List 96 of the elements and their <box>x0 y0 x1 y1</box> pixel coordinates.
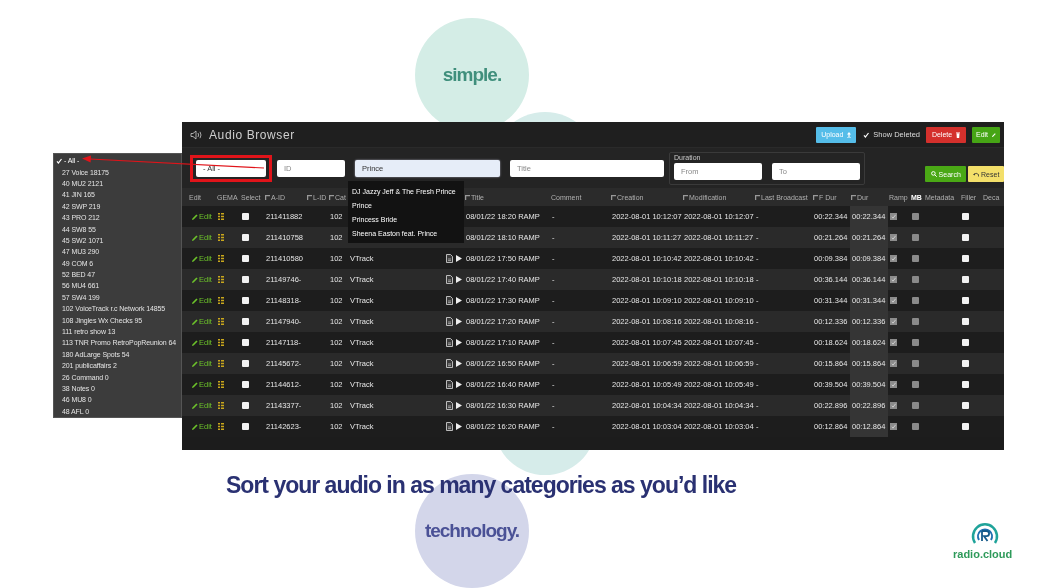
document-icon[interactable] <box>446 275 453 284</box>
play-icon[interactable] <box>456 276 462 283</box>
pencil-icon <box>192 381 198 388</box>
ramp-checkbox[interactable] <box>890 381 897 388</box>
filler-checkbox[interactable] <box>962 339 969 346</box>
ramp-checkbox[interactable] <box>890 276 897 283</box>
pencil-icon <box>192 360 198 367</box>
document-icon[interactable] <box>446 338 453 347</box>
circle-label: technology. <box>424 520 520 542</box>
filler-checkbox[interactable] <box>962 213 969 220</box>
ramp-checkbox[interactable] <box>890 255 897 262</box>
document-icon[interactable] <box>446 401 453 410</box>
play-icon[interactable] <box>456 423 462 430</box>
select-checkbox[interactable] <box>242 339 249 346</box>
undo-icon <box>973 171 980 177</box>
mb-checkbox[interactable] <box>912 402 919 409</box>
filler-checkbox[interactable] <box>962 381 969 388</box>
mb-checkbox[interactable] <box>912 255 919 262</box>
play-icon[interactable] <box>456 318 462 325</box>
mb-checkbox[interactable] <box>912 381 919 388</box>
select-checkbox[interactable] <box>242 423 249 430</box>
mb-checkbox[interactable] <box>912 339 919 346</box>
pencil-icon <box>192 255 198 262</box>
list-icon[interactable] <box>218 402 224 409</box>
ramp-checkbox[interactable] <box>890 234 897 241</box>
list-icon[interactable] <box>218 255 224 262</box>
filler-checkbox[interactable] <box>962 234 969 241</box>
pencil-icon <box>192 423 198 430</box>
list-icon[interactable] <box>218 234 224 241</box>
select-checkbox[interactable] <box>242 213 249 220</box>
document-icon[interactable] <box>446 317 453 326</box>
filler-checkbox[interactable] <box>962 360 969 367</box>
mb-checkbox[interactable] <box>912 297 919 304</box>
filler-checkbox[interactable] <box>962 423 969 430</box>
pencil-icon <box>192 339 198 346</box>
pencil-icon <box>192 297 198 304</box>
mb-checkbox[interactable] <box>912 423 919 430</box>
select-checkbox[interactable] <box>242 318 249 325</box>
search-icon <box>930 171 937 177</box>
pencil-icon <box>192 213 198 220</box>
filler-checkbox[interactable] <box>962 255 969 262</box>
play-icon[interactable] <box>456 381 462 388</box>
list-icon[interactable] <box>218 213 224 220</box>
select-checkbox[interactable] <box>242 276 249 283</box>
filler-checkbox[interactable] <box>962 318 969 325</box>
pencil-icon <box>192 234 198 241</box>
play-icon[interactable] <box>456 339 462 346</box>
logo-text: radio.cloud <box>953 548 1013 560</box>
pencil-icon <box>192 318 198 325</box>
ramp-checkbox[interactable] <box>890 402 897 409</box>
select-checkbox[interactable] <box>242 234 249 241</box>
document-icon[interactable] <box>446 359 453 368</box>
list-icon[interactable] <box>218 381 224 388</box>
ramp-checkbox[interactable] <box>890 423 897 430</box>
speaker-icon <box>190 129 203 140</box>
list-icon[interactable] <box>218 276 224 283</box>
document-icon[interactable] <box>446 422 453 431</box>
list-icon[interactable] <box>218 360 224 367</box>
window-title: Audio Browser <box>209 127 295 142</box>
list-icon[interactable] <box>218 339 224 346</box>
upload-icon <box>847 131 852 138</box>
ramp-checkbox[interactable] <box>890 213 897 220</box>
play-icon[interactable] <box>456 402 462 409</box>
select-checkbox[interactable] <box>242 360 249 367</box>
ramp-checkbox[interactable] <box>890 318 897 325</box>
select-checkbox[interactable] <box>242 255 249 262</box>
mb-checkbox[interactable] <box>912 234 919 241</box>
trash-icon <box>956 131 961 138</box>
check-icon <box>56 157 62 164</box>
list-icon[interactable] <box>218 318 224 325</box>
filler-checkbox[interactable] <box>962 297 969 304</box>
list-icon[interactable] <box>218 297 224 304</box>
filler-checkbox[interactable] <box>962 402 969 409</box>
pencil-icon <box>992 131 996 138</box>
play-icon[interactable] <box>456 297 462 304</box>
mb-checkbox[interactable] <box>912 318 919 325</box>
select-checkbox[interactable] <box>242 402 249 409</box>
mb-checkbox[interactable] <box>912 360 919 367</box>
ramp-checkbox[interactable] <box>890 360 897 367</box>
ramp-checkbox[interactable] <box>890 339 897 346</box>
play-icon[interactable] <box>456 255 462 262</box>
pencil-icon <box>192 402 198 409</box>
mb-checkbox[interactable] <box>912 276 919 283</box>
document-icon[interactable] <box>446 380 453 389</box>
filler-checkbox[interactable] <box>962 276 969 283</box>
ramp-checkbox[interactable] <box>890 297 897 304</box>
play-icon[interactable] <box>456 360 462 367</box>
document-icon[interactable] <box>446 296 453 305</box>
pencil-icon <box>192 276 198 283</box>
circle-label: simple. <box>442 64 502 86</box>
select-checkbox[interactable] <box>242 297 249 304</box>
document-icon[interactable] <box>446 254 453 263</box>
slide-caption: Sort your audio in as many categories as you’d like <box>226 472 737 499</box>
select-checkbox[interactable] <box>242 381 249 388</box>
list-icon[interactable] <box>218 423 224 430</box>
mb-checkbox[interactable] <box>912 213 919 220</box>
